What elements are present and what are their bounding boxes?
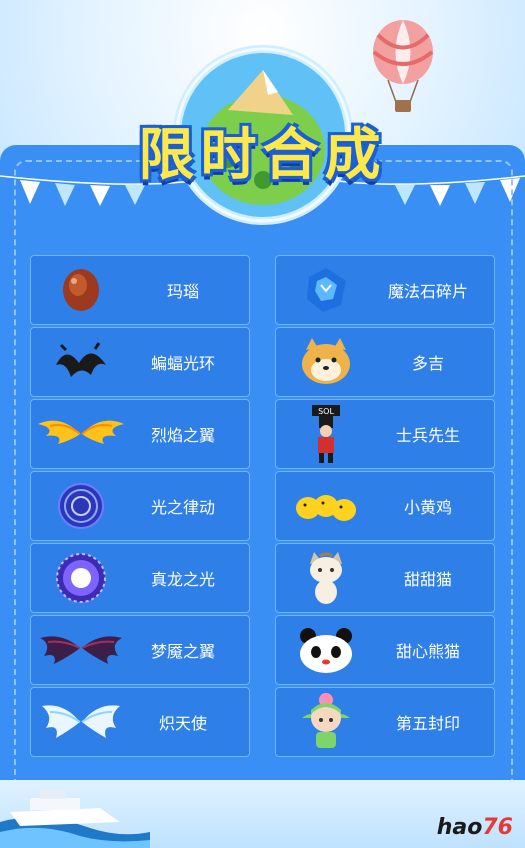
- item-cell[interactable]: 玛瑙: [30, 255, 250, 325]
- bat-halo-icon: [56, 341, 106, 377]
- item-label: 梦魇之翼: [150, 642, 215, 661]
- nightmare-wings-icon: [40, 636, 122, 664]
- fifth-seal-icon: [302, 693, 350, 748]
- dragon-light-icon: [56, 553, 106, 603]
- item-cell[interactable]: 第五封印: [275, 687, 495, 757]
- site-logo: hao76: [436, 815, 513, 840]
- item-cell[interactable]: 烈焰之翼: [30, 399, 250, 469]
- item-label: 炽天使: [158, 714, 207, 733]
- item-cell[interactable]: 甜甜猫: [275, 543, 495, 613]
- item-label: 第五封印: [395, 714, 460, 733]
- soldier-icon: SOL: [312, 405, 340, 463]
- right-item-column: 魔法石碎片 多吉 SOL 士兵先生 小黄鸡 甜甜猫 甜心熊猫 第五封印: [275, 255, 495, 759]
- soldier-sign: SOL: [318, 407, 334, 416]
- item-label: 真龙之光: [150, 570, 215, 589]
- item-cell[interactable]: 真龙之光: [30, 543, 250, 613]
- item-label: 小黄鸡: [403, 498, 452, 517]
- yellow-chick-icon: [296, 495, 356, 521]
- seraph-wings-icon: [42, 705, 120, 738]
- cruise-ship-icon: [0, 790, 150, 848]
- panda-icon: [300, 628, 352, 673]
- item-label: 甜心熊猫: [395, 642, 460, 661]
- item-label: 玛瑙: [166, 282, 199, 301]
- doge-icon: [302, 338, 350, 384]
- item-label: 魔法石碎片: [387, 282, 468, 301]
- sweet-cat-icon: [310, 552, 342, 604]
- page-title: 限时合成: [138, 123, 387, 188]
- item-cell[interactable]: 多吉: [275, 327, 495, 397]
- item-label: 蝙蝠光环: [150, 354, 215, 373]
- item-cell[interactable]: SOL 士兵先生: [275, 399, 495, 469]
- item-cell[interactable]: 甜心熊猫: [275, 615, 495, 685]
- item-label: 士兵先生: [395, 426, 460, 445]
- item-label: 甜甜猫: [403, 570, 452, 589]
- item-cell[interactable]: 光之律动: [30, 471, 250, 541]
- item-cell[interactable]: 小黄鸡: [275, 471, 495, 541]
- magic-stone-icon: [307, 268, 346, 312]
- item-cell[interactable]: 梦魇之翼: [30, 615, 250, 685]
- item-label: 烈焰之翼: [150, 426, 215, 445]
- item-cell[interactable]: 蝙蝠光环: [30, 327, 250, 397]
- agate-icon: [63, 269, 99, 311]
- hot-air-balloon-icon: [372, 20, 434, 112]
- item-cell[interactable]: 炽天使: [30, 687, 250, 757]
- item-label: 光之律动: [150, 498, 215, 517]
- light-rhythm-icon: [58, 483, 104, 529]
- item-cell[interactable]: 魔法石碎片: [275, 255, 495, 325]
- item-label: 多吉: [411, 354, 444, 373]
- left-item-column: 玛瑙 蝙蝠光环 烈焰之翼 光之律动 真龙之光 梦魇之翼 炽天使: [30, 255, 250, 759]
- flame-wings-icon: [38, 420, 124, 444]
